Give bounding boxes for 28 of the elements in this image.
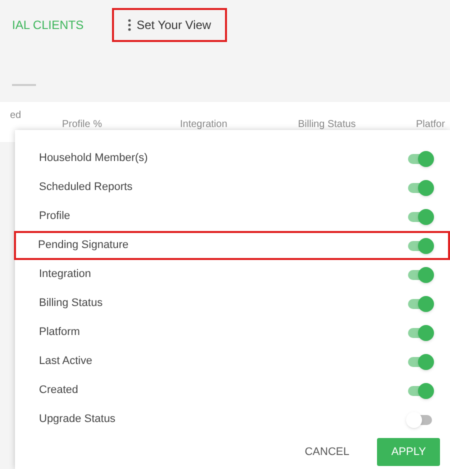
option-label: Integration — [39, 267, 91, 282]
option-label: Pending Signature — [38, 238, 129, 254]
toggle-switch[interactable] — [408, 384, 434, 398]
set-view-button[interactable]: Set Your View — [112, 8, 228, 42]
column-header: Profile % — [62, 118, 102, 132]
option-label: Created — [39, 383, 78, 398]
column-header: ed — [10, 109, 22, 123]
option-label: Last Active — [39, 354, 92, 370]
toggle-switch[interactable] — [408, 326, 434, 340]
option-label: Profile — [39, 209, 70, 224]
option-label: Scheduled Reports — [39, 180, 133, 196]
column-header: Integration — [180, 118, 228, 132]
toggle-switch[interactable] — [408, 210, 434, 224]
more-icon — [128, 19, 131, 31]
option-label: Billing Status — [39, 296, 103, 312]
toggle-switch[interactable] — [408, 180, 434, 194]
toggle-switch[interactable] — [408, 296, 434, 310]
option-label: Household Member(s) — [39, 151, 148, 166]
option-label: Upgrade Status — [39, 412, 116, 428]
option-label: Platform — [39, 325, 80, 340]
toggle-switch[interactable] — [408, 412, 434, 426]
column-header: Billing Status — [298, 118, 356, 132]
cancel-button[interactable]: CANCEL — [290, 438, 364, 466]
toggle-switch[interactable] — [408, 354, 434, 368]
toggle-switch[interactable] — [408, 238, 434, 252]
toggle-switch[interactable] — [408, 152, 434, 166]
toggle-switch[interactable] — [408, 268, 434, 282]
column-header: Platfor — [416, 118, 445, 132]
